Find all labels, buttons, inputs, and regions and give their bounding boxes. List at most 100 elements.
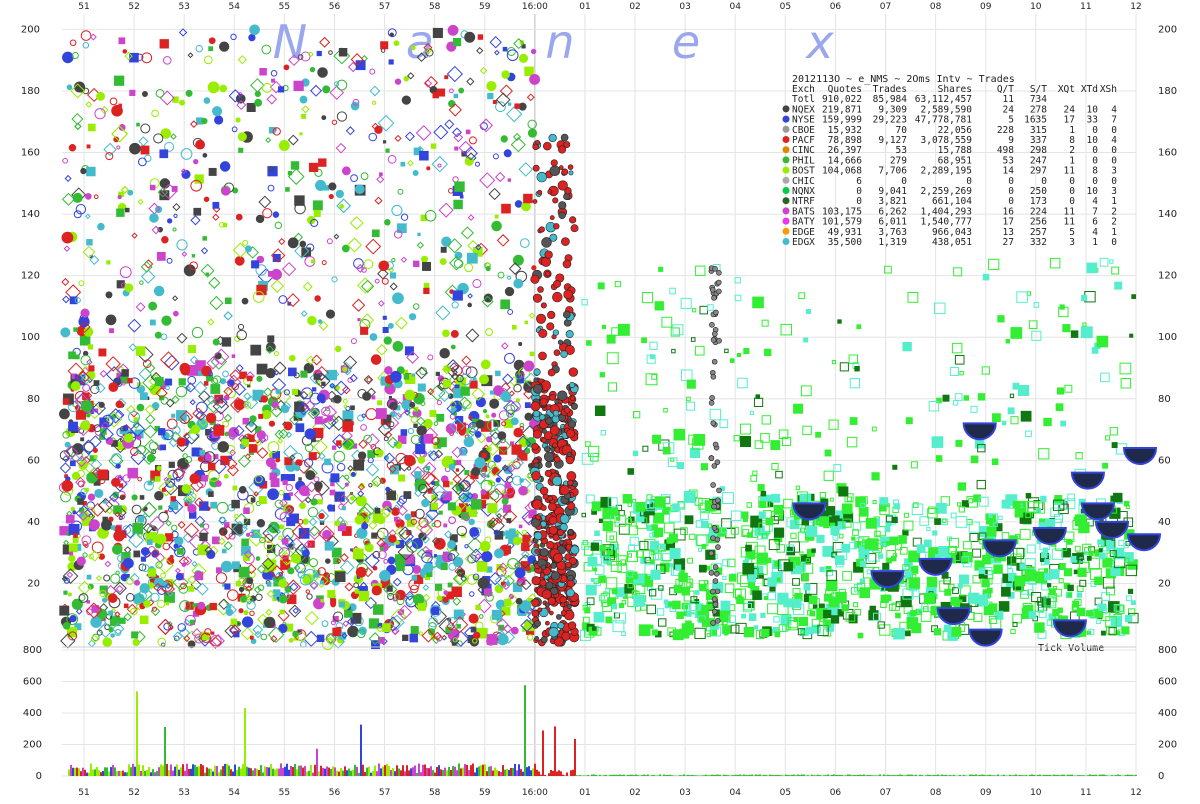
quote-mark	[284, 390, 289, 395]
quote-mark	[197, 583, 208, 594]
quote-mark	[177, 240, 187, 250]
offhours-mark	[762, 416, 770, 424]
volume-bar	[434, 773, 436, 776]
quote-mark	[127, 378, 132, 383]
volume-bar	[404, 771, 406, 776]
quote-mark	[136, 123, 140, 127]
volume-bar	[693, 775, 695, 776]
quote-mark	[279, 595, 287, 603]
quote-mark	[355, 185, 364, 194]
chart-canvas: Nanex 5151525253535454555556565757585859…	[0, 0, 1200, 800]
quote-mark	[402, 635, 408, 641]
volume-bar	[985, 775, 987, 776]
volume-bar	[438, 765, 440, 776]
trade-mark	[541, 303, 546, 308]
offhours-mark	[777, 578, 780, 581]
quote-mark	[255, 91, 260, 96]
quote-mark	[519, 163, 532, 176]
volume-bar	[542, 730, 544, 776]
offhours-mark	[809, 596, 817, 604]
quote-mark	[61, 328, 70, 337]
quote-mark	[320, 599, 323, 602]
quote-mark	[453, 177, 458, 182]
quote-mark	[508, 178, 511, 181]
quote-mark	[240, 445, 244, 449]
volume-bar	[544, 775, 546, 776]
volume-bar	[807, 775, 809, 776]
offhours-mark	[668, 458, 677, 467]
offhours-mark	[853, 603, 857, 607]
volume-bar	[627, 775, 629, 776]
offhours-mark	[1008, 408, 1014, 414]
offhours-mark	[668, 603, 672, 607]
offhours-mark	[956, 440, 962, 446]
volume-bar	[655, 775, 657, 776]
quote-mark	[195, 572, 204, 581]
quote-mark	[456, 624, 460, 628]
offhours-mark	[601, 430, 605, 434]
volume-bar	[442, 770, 444, 776]
volume-bar	[587, 775, 589, 776]
trade-mark	[564, 141, 570, 147]
offhours-mark	[607, 532, 617, 542]
quote-mark	[263, 209, 272, 218]
trade-mark	[551, 587, 558, 594]
offhours-mark	[659, 619, 666, 626]
quote-mark	[262, 45, 271, 54]
offhours-mark	[634, 575, 638, 579]
cboe-streak-mark	[709, 400, 714, 405]
quote-mark	[264, 617, 274, 627]
volume-bar	[657, 775, 659, 776]
offhours-mark	[676, 565, 681, 570]
offhours-mark	[779, 515, 783, 519]
volume-bar	[208, 769, 210, 776]
quote-mark	[330, 86, 343, 99]
quote-mark	[250, 25, 260, 35]
quote-mark	[476, 397, 485, 406]
offhours-mark	[650, 533, 654, 537]
quote-mark	[397, 223, 407, 233]
offhours-mark	[842, 605, 848, 611]
volume-bar	[929, 775, 931, 776]
volume-bar	[406, 765, 408, 776]
offhours-mark	[824, 523, 829, 528]
offhours-mark	[1077, 608, 1085, 616]
offhours-mark	[1079, 522, 1089, 532]
volume-bar	[737, 775, 739, 776]
offhours-mark	[758, 485, 764, 491]
offhours-mark	[1053, 610, 1059, 616]
quote-mark	[125, 284, 133, 292]
offhours-mark	[757, 553, 767, 563]
volume-bar	[224, 764, 226, 776]
trade-mark	[569, 368, 578, 377]
quote-mark	[99, 402, 104, 407]
offhours-mark	[1002, 533, 1009, 540]
quote-mark	[402, 96, 410, 104]
trade-mark	[554, 456, 560, 462]
trade-mark	[563, 311, 570, 318]
quote-mark	[75, 82, 85, 92]
offhours-mark	[747, 533, 752, 538]
quote-mark	[444, 75, 448, 79]
quote-mark	[505, 287, 513, 295]
offhours-mark	[911, 462, 917, 468]
trade-mark	[532, 471, 541, 480]
quote-mark	[413, 424, 417, 428]
quote-mark	[366, 519, 369, 522]
offhours-mark	[954, 268, 962, 276]
volume-bar	[504, 770, 506, 776]
offhours-mark	[1020, 564, 1026, 570]
quote-mark	[375, 279, 379, 283]
offhours-mark	[691, 338, 695, 342]
offhours-mark	[973, 549, 981, 557]
quote-mark	[505, 353, 515, 363]
quote-mark	[475, 431, 481, 437]
quote-mark	[93, 448, 97, 452]
trade-mark	[541, 637, 547, 643]
quote-mark	[422, 262, 431, 271]
quote-mark	[444, 591, 448, 595]
offhours-mark	[952, 343, 961, 352]
quote-mark	[335, 492, 345, 502]
quote-mark	[341, 521, 344, 524]
volume-bar	[356, 767, 358, 776]
